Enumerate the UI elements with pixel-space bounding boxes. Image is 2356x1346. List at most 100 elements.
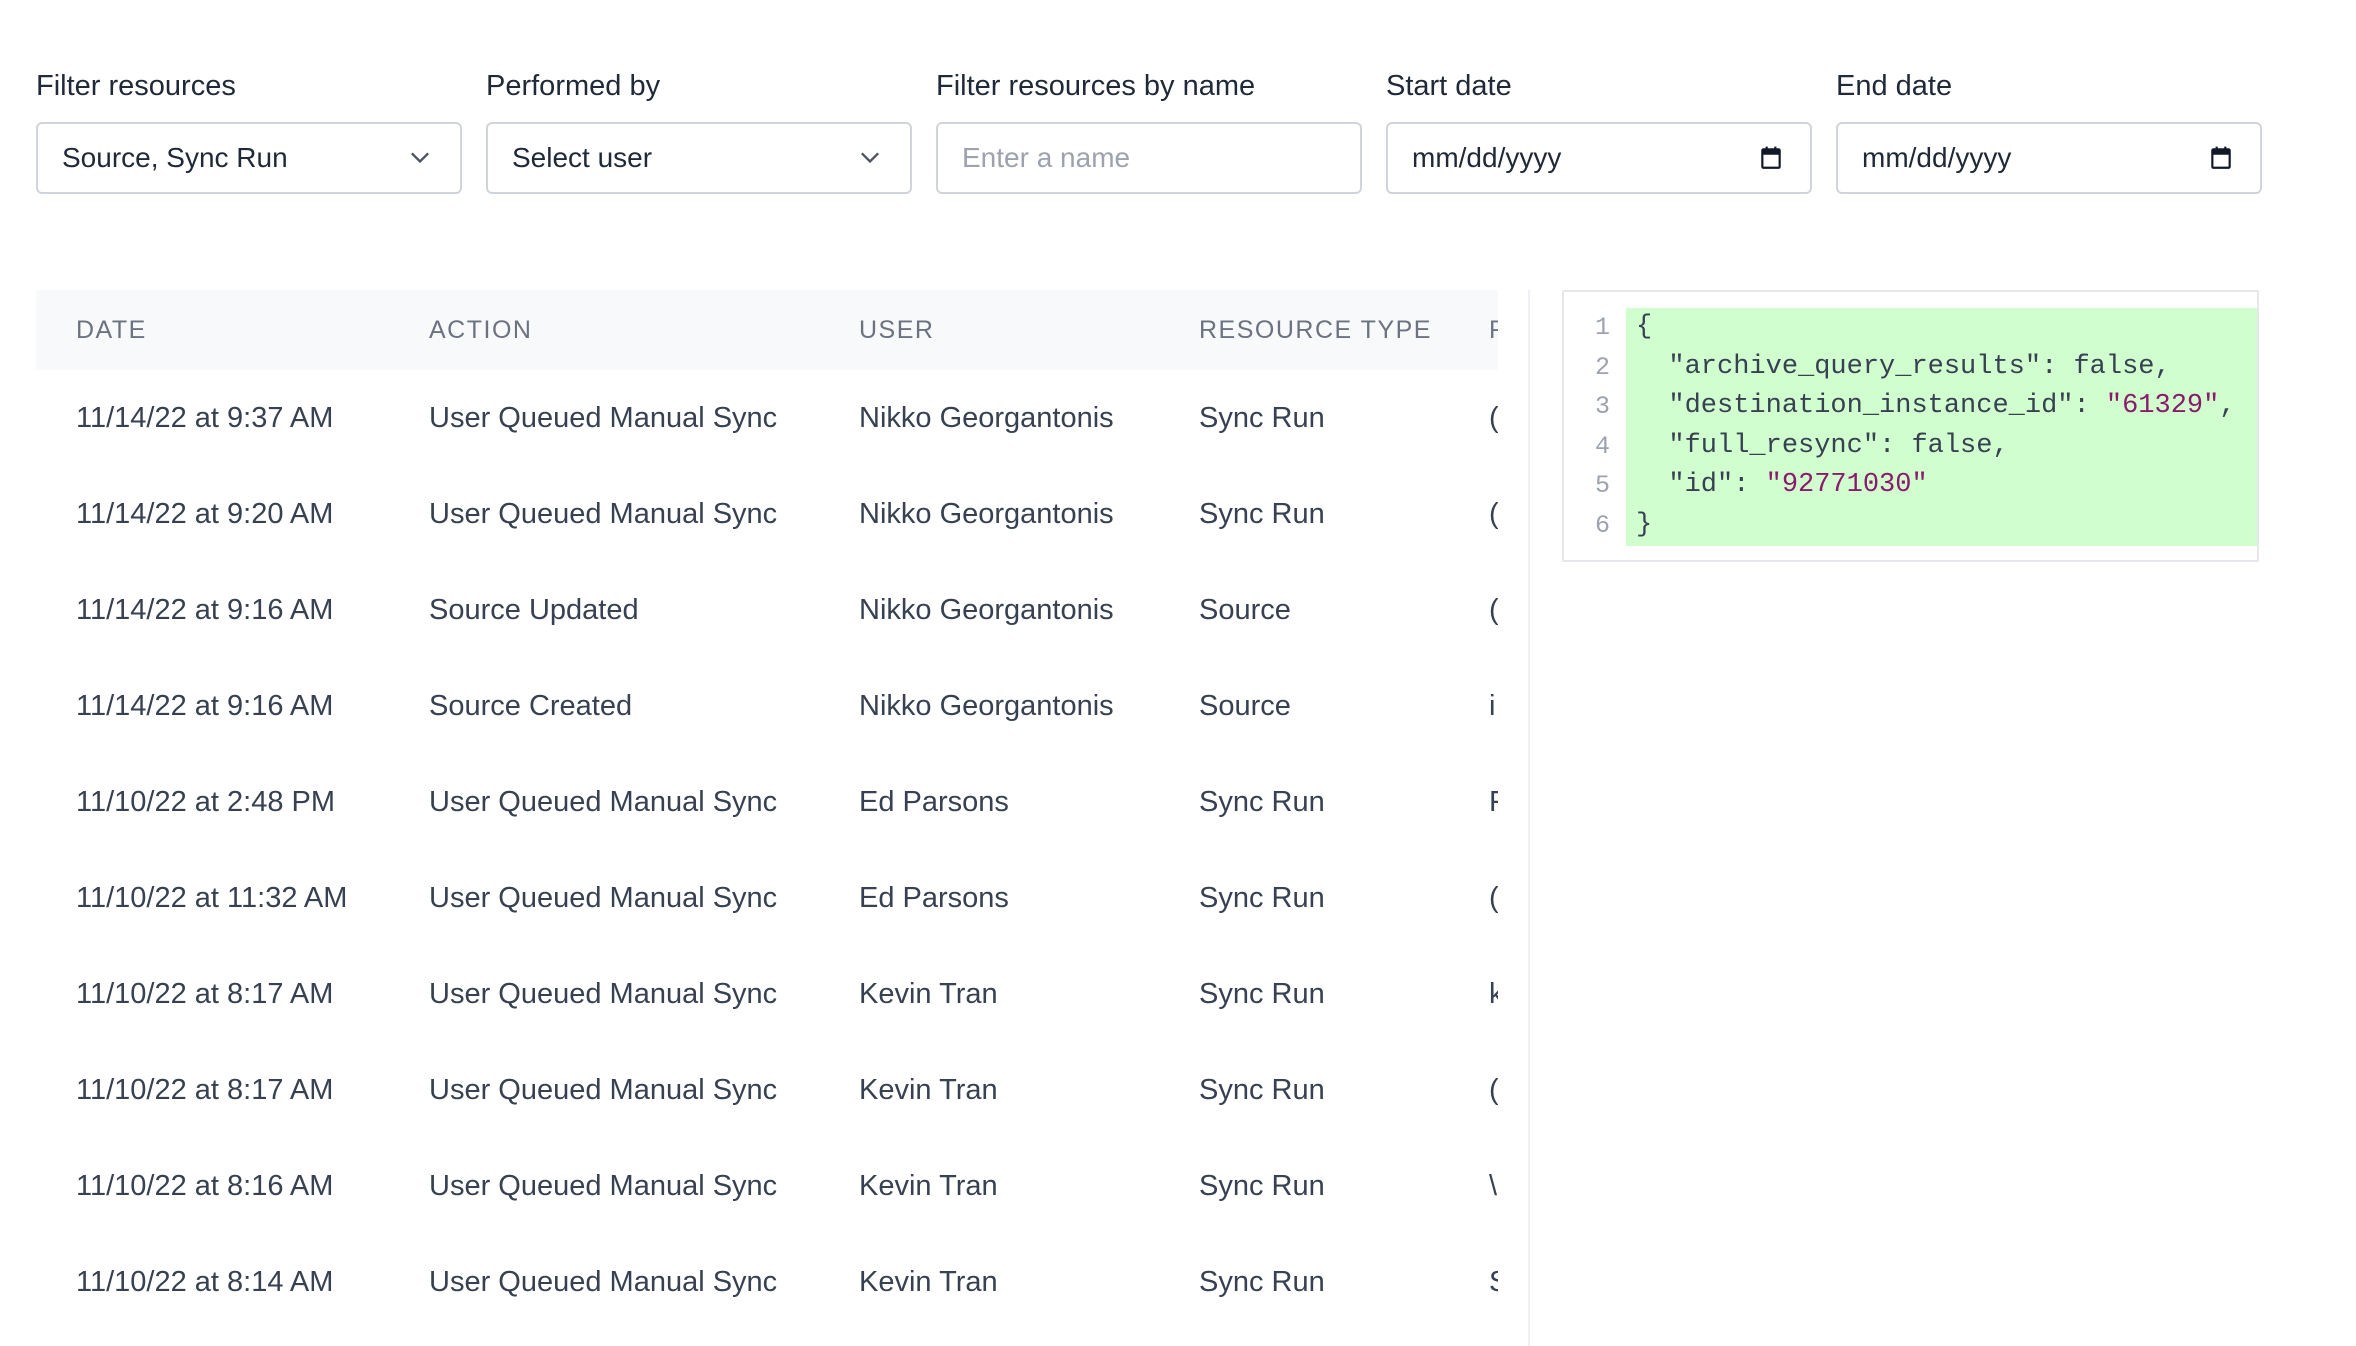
table-row[interactable]: 11/10/22 at 8:14 AM User Queued Manual S… [36,1234,1498,1330]
cell-action: User Queued Manual Sync [429,497,778,530]
json-details-panel[interactable]: 1 { 2 "archive_query_results": false, 3 … [1562,290,2259,562]
audit-table: DATE ACTION USER RESOURCE TYPE F 11/14/2… [36,290,1498,1346]
cell-date: 11/10/22 at 2:48 PM [76,785,336,818]
cell-action: Source Created [429,689,633,722]
line-content: "full_resync": false, [1626,426,2257,467]
cell-date: 11/14/22 at 9:37 AM [76,401,334,434]
cell-resource-name: S [1489,1266,1498,1299]
table-row[interactable]: 11/10/22 at 8:17 AM User Queued Manual S… [36,1042,1498,1138]
chevron-down-icon [411,152,429,164]
cell-resource-type: Sync Run [1199,1265,1325,1298]
audit-log-page: Filter resources Source, Sync Run Perfor… [0,0,2356,1346]
code-string: "92771030" [1765,470,1928,501]
performed-by-select[interactable]: Select user [486,122,912,194]
name-filter-label: Filter resources by name [936,70,1256,102]
line-number: 5 [1594,471,1610,501]
code-line: 5 "id": "92771030" [1564,466,2257,506]
cell-action: User Queued Manual Sync [429,977,778,1010]
cell-resource-type: Sync Run [1199,401,1325,434]
line-number: 3 [1594,392,1610,422]
table-row[interactable]: 11/10/22 at 11:32 AM User Queued Manual … [36,850,1498,946]
code-line: 4 "full_resync": false, [1564,426,2257,467]
table-row[interactable]: 11/14/22 at 9:37 AM User Queued Manual S… [36,370,1498,466]
cell-resource-name: \ [1489,1169,1498,1202]
cell-resource-type: Sync Run [1199,977,1325,1010]
cell-action: Source Updated [429,593,639,626]
cell-user: Ed Parsons [859,785,1009,818]
filter-resources-value: Source, Sync Run [62,142,288,173]
cell-action: User Queued Manual Sync [429,401,778,434]
cell-resource-name: ( [1489,401,1498,434]
cell-date: 11/14/22 at 9:16 AM [76,689,334,722]
cell-user: Nikko Georgantonis [859,497,1114,530]
cell-resource-type: Sync Run [1199,1073,1325,1106]
cell-user: Nikko Georgantonis [859,689,1114,722]
table-row[interactable]: 11/14/22 at 9:16 AM Source Created Nikko… [36,658,1498,754]
line-content: "archive_query_results": false, [1626,347,2257,388]
cell-user: Nikko Georgantonis [859,593,1114,626]
name-filter-placeholder: Enter a name [962,142,1131,173]
cell-action: User Queued Manual Sync [429,881,778,914]
name-filter-input[interactable]: Enter a name [936,122,1362,194]
column-header-user[interactable]: USER [859,316,934,345]
start-date-input[interactable]: mm/dd/yyyy [1386,122,1812,194]
calendar-icon[interactable] [2208,145,2234,171]
cell-resource-name: i [1489,689,1496,722]
cell-date: 11/14/22 at 9:16 AM [76,593,334,626]
end-date-input[interactable]: mm/dd/yyyy [1836,122,2262,194]
cell-date: 11/10/22 at 8:16 AM [76,1169,334,1202]
calendar-icon[interactable] [1758,145,1784,171]
start-date-label: Start date [1386,70,1512,102]
cell-user: Ed Parsons [859,881,1009,914]
cell-date: 11/14/22 at 9:20 AM [76,497,334,530]
code-string: "61329" [2105,391,2220,422]
column-header-resource-type[interactable]: RESOURCE TYPE [1199,316,1432,345]
table-row[interactable]: 11/14/22 at 9:20 AM User Queued Manual S… [36,466,1498,562]
column-header-resource-name[interactable]: F [1489,316,1498,345]
code-line: 3 "destination_instance_id": "61329", [1564,387,2257,427]
cell-resource-type: Sync Run [1199,1169,1325,1202]
table-row[interactable]: 11/14/22 at 9:16 AM Source Updated Nikko… [36,562,1498,658]
line-number: 1 [1594,313,1610,342]
code-text: } [1636,509,1653,540]
cell-resource-type: Sync Run [1199,497,1325,530]
start-date-value: mm/dd/yyyy [1412,142,1562,173]
filter-resources-label: Filter resources [36,70,236,102]
cell-resource-name: ( [1489,497,1498,530]
cell-date: 11/10/22 at 8:17 AM [76,977,334,1010]
table-row[interactable]: 11/10/22 at 2:48 PM User Queued Manual S… [36,754,1498,850]
cell-resource-name: ( [1489,593,1498,626]
code-viewer: 1 { 2 "archive_query_results": false, 3 … [1564,308,2257,546]
code-text: { [1636,312,1653,342]
column-header-action[interactable]: ACTION [429,316,532,345]
cell-resource-type: Source [1199,593,1291,626]
table-row[interactable]: 11/10/22 at 8:16 AM User Queued Manual S… [36,1138,1498,1234]
filter-resources-group: Filter resources Source, Sync Run [36,66,462,194]
cell-resource-name: k [1489,977,1498,1010]
filter-resources-select[interactable]: Source, Sync Run [36,122,462,194]
cell-date: 11/10/22 at 8:14 AM [76,1265,334,1298]
line-number: 2 [1594,352,1610,382]
cell-resource-type: Sync Run [1199,785,1325,818]
cell-user: Kevin Tran [859,1265,998,1298]
cell-action: User Queued Manual Sync [429,785,778,818]
line-content: "id": "92771030" [1626,466,2257,506]
chevron-down-icon [861,152,879,164]
cell-action: User Queued Manual Sync [429,1169,778,1202]
cell-action: User Queued Manual Sync [429,1073,778,1106]
cell-resource-name: F [1489,785,1498,818]
line-content: "destination_instance_id": "61329", [1626,387,2257,427]
column-header-date[interactable]: DATE [76,316,147,345]
cell-user: Kevin Tran [859,977,998,1010]
cell-resource-name: ( [1489,1073,1498,1106]
cell-user: Nikko Georgantonis [859,401,1114,434]
end-date-group: End date mm/dd/yyyy [1836,66,2262,194]
cell-resource-type: Sync Run [1199,881,1325,914]
end-date-label: End date [1836,70,1953,102]
cell-user: Kevin Tran [859,1169,998,1202]
table-row[interactable]: 11/10/22 at 8:17 AM User Queued Manual S… [36,946,1498,1042]
filter-bar: Filter resources Source, Sync Run Perfor… [36,66,2262,194]
table-header: DATE ACTION USER RESOURCE TYPE F [36,290,1498,370]
end-date-value: mm/dd/yyyy [1862,142,2012,173]
cell-date: 11/10/22 at 11:32 AM [76,881,348,914]
